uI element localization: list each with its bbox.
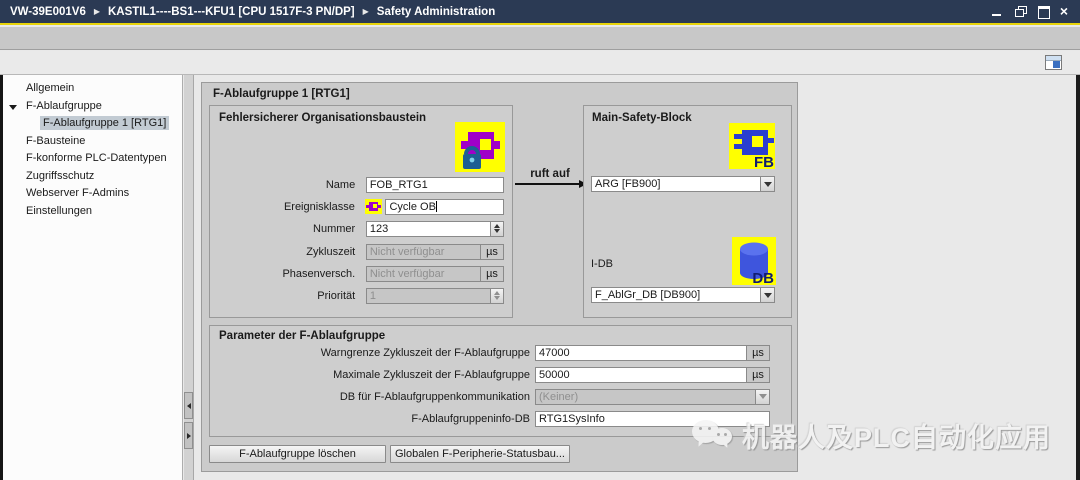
prioritaet-label: Priorität — [317, 289, 356, 302]
restore-icon[interactable] — [1014, 6, 1027, 17]
splitter-expand-button[interactable] — [184, 422, 193, 449]
zykluszeit-input: Nicht verfügbar µs — [365, 243, 504, 260]
f-ablaufgruppe-panel: F-Ablaufgruppe 1 [RTG1] Fehlersicherer O… — [201, 82, 798, 472]
title-bar: VW-39E001V6 ▶ KASTIL1----BS1---KFU1 [CPU… — [0, 0, 1080, 25]
fb-block-icon: FB — [729, 123, 775, 169]
parameter-section-title: Parameter der F-Ablaufgruppe — [219, 330, 386, 342]
breadcrumb-arrow-icon: ▶ — [93, 7, 100, 16]
sidebar-item-webserver-f-admins[interactable]: Webserver F-Admins — [3, 185, 182, 203]
kommunikation-row: DB für F-Ablaufgruppenkommunikation (Kei… — [210, 388, 770, 405]
warngrenze-unit: µs — [746, 345, 769, 360]
phasenversch-label: Phasenversch. — [282, 267, 356, 280]
idb-select[interactable]: F_AblGr_DB [DB900] — [591, 287, 775, 303]
svg-text:FB: FB — [754, 154, 774, 169]
expand-triangle-icon[interactable] — [9, 104, 17, 110]
warngrenze-input[interactable]: 47000 µs — [535, 344, 770, 361]
ruft-auf-connector: ruft auf — [515, 168, 587, 188]
maximale-label: Maximale Zykluszeit der F-Ablaufgruppe — [333, 368, 530, 381]
panel-title: F-Ablaufgruppe 1 [RTG1] — [213, 88, 350, 100]
dropdown-arrow-icon — [755, 389, 769, 404]
warngrenze-row: Warngrenze Zykluszeit der F-Ablaufgruppe… — [210, 344, 770, 361]
minimize-icon[interactable] — [991, 6, 1004, 17]
db-block-icon: DB — [732, 237, 776, 285]
window-right-edge — [1076, 75, 1080, 480]
editor-window-icon[interactable] — [1045, 55, 1062, 70]
navigation-sidebar: Allgemein F-Ablaufgruppe F-Ablaufgruppe … — [0, 75, 183, 480]
sidebar-item-f-konforme-plc-datentypen[interactable]: F-konforme PLC-Datentypen — [3, 150, 182, 168]
sidebar-item-f-bausteine[interactable]: F-Bausteine — [3, 133, 182, 151]
splitter-collapse-button[interactable] — [184, 392, 193, 419]
window-controls: × — [991, 4, 1070, 19]
sidebar-splitter[interactable] — [184, 75, 194, 480]
idb-label: I-DB — [591, 258, 613, 270]
f-ablaufgruppe-loeschen-button[interactable]: F-Ablaufgruppe löschen — [209, 445, 386, 463]
ereignisklasse-label: Ereignisklasse — [283, 200, 355, 213]
ereignisklasse-row: Ereignisklasse Cycle OB — [220, 198, 504, 215]
fob-section-title: Fehlersicherer Organisationsbaustein — [219, 112, 427, 124]
ob-block-icon — [455, 122, 505, 172]
msb-section-title: Main-Safety-Block — [592, 112, 692, 124]
nummer-row: Nummer 123 — [220, 220, 504, 237]
main-area: F-Ablaufgruppe 1 [RTG1] Fehlersicherer O… — [195, 75, 1076, 480]
sidebar-item-f-ablaufgruppe[interactable]: F-Ablaufgruppe — [3, 98, 182, 116]
nummer-label: Nummer — [313, 222, 356, 235]
info-db-label: F-Ablaufgruppeninfo-DB — [411, 412, 530, 425]
sidebar-item-allgemein[interactable]: Allgemein — [3, 80, 182, 98]
breadcrumb-project[interactable]: VW-39E001V6 — [10, 6, 86, 18]
main-safety-block-select[interactable]: ARG [FB900] — [591, 176, 775, 192]
sidebar-item-zugriffsschutz[interactable]: Zugriffsschutz — [3, 168, 182, 186]
phasenversch-unit: µs — [480, 266, 503, 281]
warngrenze-label: Warngrenze Zykluszeit der F-Ablaufgruppe — [320, 346, 530, 359]
nummer-stepper[interactable]: 123 — [365, 220, 504, 237]
text-caret — [435, 200, 437, 212]
sidebar-item-einstellungen[interactable]: Einstellungen — [3, 203, 182, 221]
maximale-input[interactable]: 50000 µs — [535, 366, 770, 383]
dropdown-arrow-icon[interactable] — [760, 177, 774, 191]
maximale-row: Maximale Zykluszeit der F-Ablaufgruppe 5… — [210, 366, 770, 383]
prioritaet-spinner-buttons — [490, 288, 503, 303]
fob-section: Fehlersicherer Organisationsbaustein Nam… — [209, 105, 513, 318]
dropdown-arrow-icon[interactable] — [760, 288, 774, 302]
prioritaet-stepper: 1 — [365, 287, 504, 304]
info-db-row: F-Ablaufgruppeninfo-DB RTG1SysInfo — [210, 410, 770, 427]
ruft-auf-label: ruft auf — [530, 168, 570, 180]
info-db-input[interactable]: RTG1SysInfo — [535, 410, 770, 427]
sidebar-item-f-ablaufgruppe-1-rtg1[interactable]: F-Ablaufgruppe 1 [RTG1] — [3, 115, 182, 133]
kommunikation-label: DB für F-Ablaufgruppenkommunikation — [339, 390, 530, 403]
safety-administration-window: VW-39E001V6 ▶ KASTIL1----BS1---KFU1 [CPU… — [0, 0, 1080, 480]
breadcrumb-page[interactable]: Safety Administration — [377, 6, 495, 18]
name-row: Name FOB_RTG1 — [220, 176, 504, 193]
toolbar-strip — [0, 27, 1080, 50]
parameter-section: Parameter der F-Ablaufgruppe Warngrenze … — [209, 325, 792, 437]
name-label: Name — [325, 178, 356, 191]
globalen-f-peripherie-statusbaustein-button[interactable]: Globalen F-Peripherie-Statusbau... — [390, 445, 570, 463]
prioritaet-row: Priorität 1 — [220, 287, 504, 304]
call-arrow-icon — [515, 180, 587, 188]
content-area: Allgemein F-Ablaufgruppe F-Ablaufgruppe … — [0, 75, 1080, 480]
maximale-unit: µs — [746, 367, 769, 382]
kommunikation-select: (Keiner) — [535, 388, 770, 405]
zykluszeit-label: Zykluszeit — [306, 245, 356, 258]
breadcrumb-device[interactable]: KASTIL1----BS1---KFU1 [CPU 1517F-3 PN/DP… — [108, 6, 355, 18]
nummer-spinner-buttons[interactable] — [490, 221, 503, 236]
maximize-icon[interactable] — [1037, 6, 1050, 19]
ereignisklasse-input[interactable]: Cycle OB — [385, 198, 504, 215]
zykluszeit-unit: µs — [480, 244, 503, 259]
name-input[interactable]: FOB_RTG1 — [365, 176, 504, 193]
close-icon[interactable]: × — [1060, 4, 1068, 18]
phasenversch-row: Phasenversch. Nicht verfügbar µs — [220, 265, 504, 282]
breadcrumb-arrow-icon: ▶ — [362, 7, 369, 16]
ob-class-icon — [365, 199, 383, 214]
zykluszeit-row: Zykluszeit Nicht verfügbar µs — [220, 243, 504, 260]
phasenversch-input: Nicht verfügbar µs — [365, 265, 504, 282]
svg-text:DB: DB — [752, 270, 774, 285]
main-safety-block-section: Main-Safety-Block FB ARG [FB900] DB I-DB… — [583, 105, 792, 318]
editor-bar — [0, 51, 1080, 75]
